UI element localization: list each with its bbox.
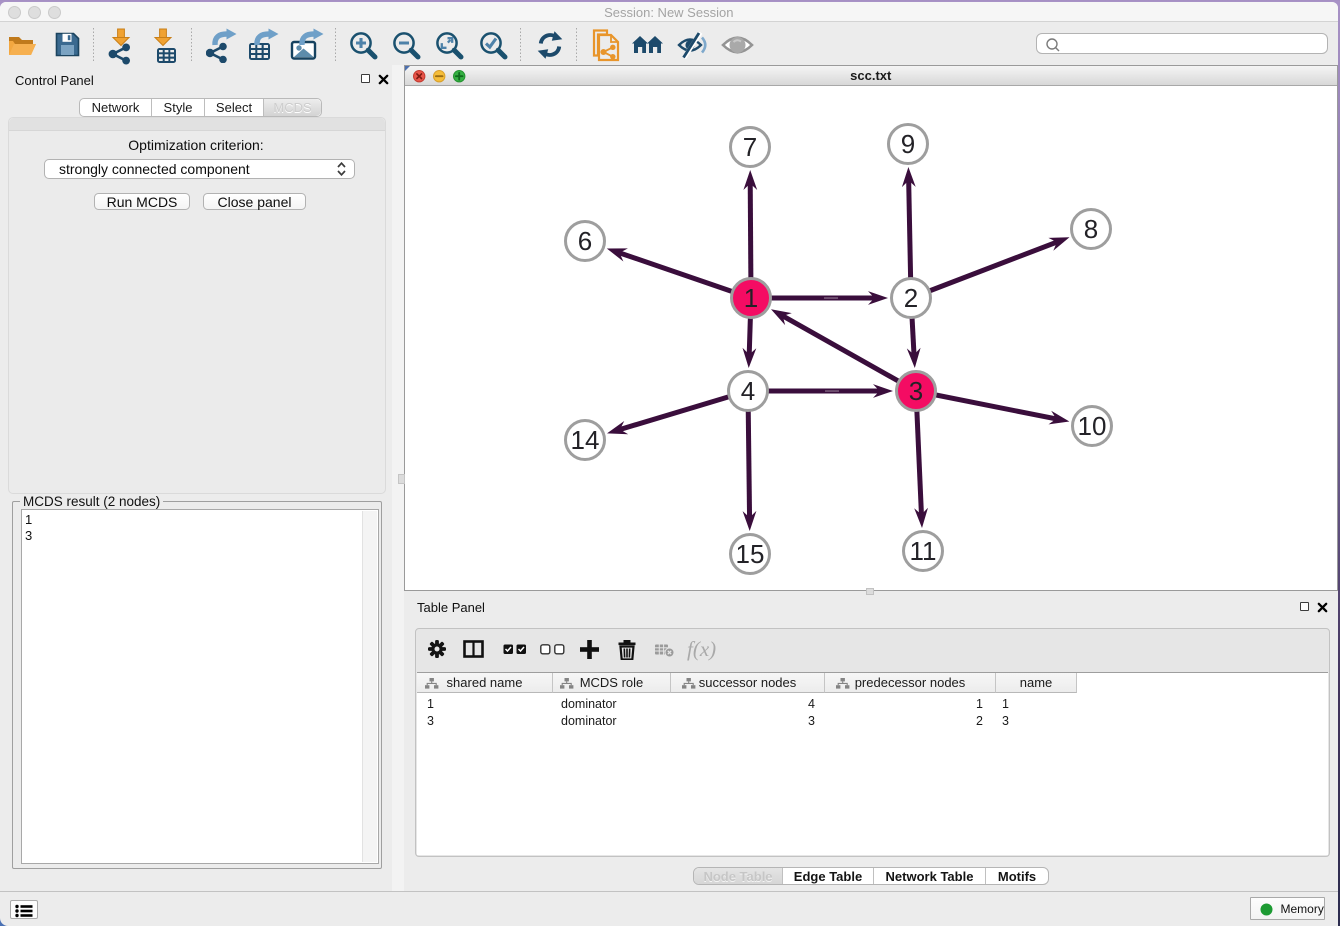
svg-text:11: 11 xyxy=(910,536,937,566)
svg-text:9: 9 xyxy=(901,129,915,159)
svg-text:15: 15 xyxy=(736,539,765,569)
svg-text:4: 4 xyxy=(741,376,755,406)
svg-text:8: 8 xyxy=(1084,214,1098,244)
svg-text:1: 1 xyxy=(744,283,758,313)
svg-text:7: 7 xyxy=(743,132,757,162)
svg-text:10: 10 xyxy=(1078,411,1107,441)
svg-text:6: 6 xyxy=(578,226,592,256)
svg-text:3: 3 xyxy=(909,376,923,406)
svg-text:2: 2 xyxy=(904,283,918,313)
svg-text:14: 14 xyxy=(571,425,600,455)
